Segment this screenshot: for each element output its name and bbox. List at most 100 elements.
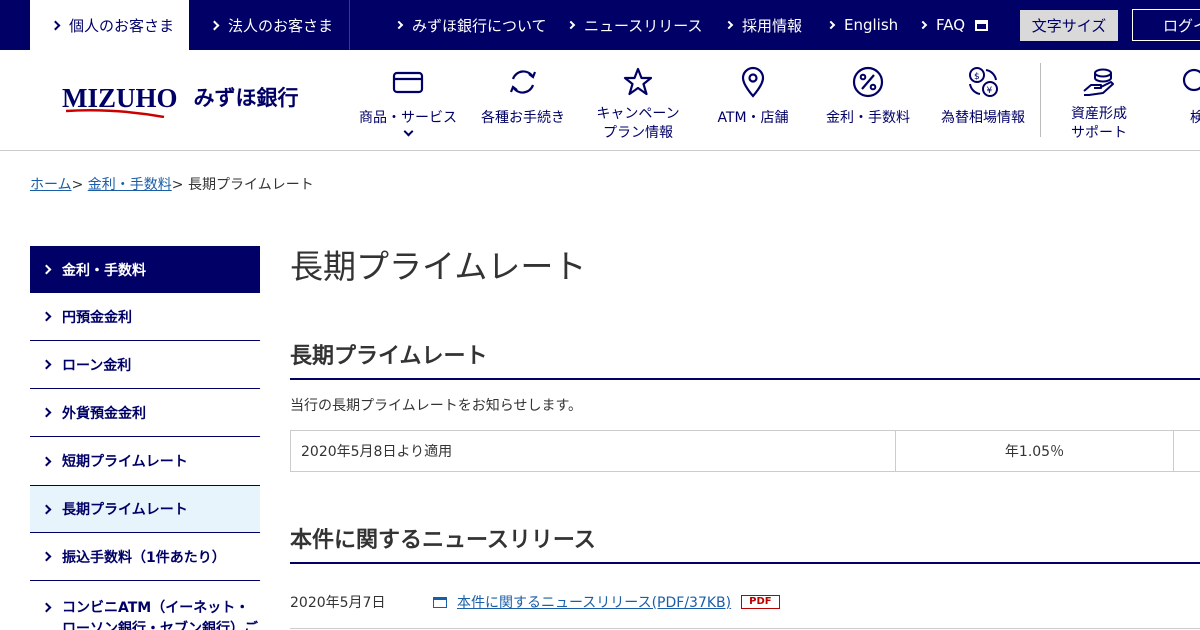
font-size-button[interactable]: 文字サイズ: [1020, 10, 1118, 41]
main-content: 長期プライムレート 長期プライムレート 当行の長期プライムレートをお知らせします…: [290, 240, 1200, 629]
nav-label: ATM・店舗: [717, 110, 789, 126]
top-link-label: English: [844, 16, 899, 34]
external-window-icon: [975, 19, 989, 31]
chevron-right-icon: [918, 20, 928, 30]
sidebar-item-label: 外貨預金金利: [62, 405, 146, 422]
chevron-right-icon: [566, 20, 576, 30]
breadcrumb-current: 長期プライムレート: [187, 177, 314, 193]
chevron-right-icon: [41, 359, 52, 370]
top-link-label: みずほ銀行について: [412, 16, 547, 35]
svg-text:¥: ¥: [987, 86, 993, 96]
breadcrumb-separator: >: [71, 177, 84, 193]
svg-text:$: $: [974, 72, 980, 82]
nav-search[interactable]: 検: [1170, 50, 1200, 150]
search-icon: [1182, 68, 1200, 92]
nav-campaign[interactable]: キャンペーン プラン情報: [584, 50, 692, 150]
login-button[interactable]: ログイ: [1132, 9, 1200, 41]
nav-rates-fees[interactable]: 金利・手数料: [815, 50, 921, 150]
chevron-right-icon: [724, 20, 734, 30]
nav-atm-branch[interactable]: ATM・店舗: [700, 50, 806, 150]
nav-procedures[interactable]: 各種お手続き: [470, 50, 576, 150]
nav-products[interactable]: 商品・サービス: [355, 50, 461, 150]
sidebar-item-foreign-deposit[interactable]: 外貨預金金利: [30, 389, 260, 437]
chevron-right-icon: [41, 504, 52, 514]
map-pin-icon: [741, 66, 765, 98]
nav-label: キャンペーン プラン情報: [596, 106, 680, 141]
chevron-right-icon: [41, 456, 52, 466]
rate-value-cell: 年1.05％: [896, 431, 1174, 471]
chevron-right-icon: [394, 20, 404, 30]
nav-label: 資産形成 サポート: [1071, 106, 1127, 141]
top-link-faq[interactable]: FAQ: [918, 0, 989, 50]
nav-divider: [1040, 63, 1041, 137]
chevron-right-icon: [41, 311, 52, 322]
sidebar-item-label: 振込手数料（1件あたり）: [62, 549, 226, 566]
section-title-news: 本件に関するニュースリリース: [290, 522, 1200, 564]
tab-corporate[interactable]: 法人のお客さま: [189, 0, 350, 50]
nav-label: 各種お手続き: [481, 110, 565, 126]
sidebar-item-label: コンビニATM（イーネット・ローソン銀行・セブン銀行）ご: [62, 600, 258, 630]
top-bar: 個人のお客さま 法人のお客さま みずほ銀行について ニュースリリース 採用情報 …: [0, 0, 1200, 50]
tab-personal[interactable]: 個人のお客さま: [30, 0, 189, 50]
tab-personal-label: 個人のお客さま: [69, 16, 175, 35]
nav-label: 金利・手数料: [826, 110, 910, 126]
chevron-right-icon: [41, 264, 52, 275]
header: MIZUHO みずほ銀行 商品・サービス 各種お手続き キャンペーン プラン情報: [0, 50, 1200, 151]
logo-wordmark: MIZUHO: [62, 84, 178, 118]
rate-date-cell: 2020年5月8日より適用: [291, 431, 896, 471]
breadcrumb-parent[interactable]: 金利・手数料: [88, 177, 172, 193]
sidebar-item-loan-rates[interactable]: ローン金利: [30, 341, 260, 389]
sidebar-item-yen-deposit[interactable]: 円預金金利: [30, 293, 260, 341]
chevron-down-icon: [403, 126, 413, 137]
breadcrumb: ホーム> 金利・手数料> 長期プライムレート: [30, 174, 314, 194]
logo-japanese: みずほ銀行: [193, 86, 299, 110]
nav-label: 検: [1190, 110, 1200, 126]
card-icon: [392, 71, 424, 94]
chevron-right-icon: [826, 20, 836, 30]
sidebar: 金利・手数料 円預金金利 ローン金利 外貨預金金利 短期プライムレート 長期プラ…: [30, 246, 260, 630]
pdf-badge: PDF: [741, 595, 780, 609]
sidebar-heading[interactable]: 金利・手数料: [30, 246, 260, 293]
section-title-prime-rate: 長期プライムレート: [290, 338, 1200, 380]
breadcrumb-separator: >: [171, 177, 184, 193]
top-link-about[interactable]: みずほ銀行について: [394, 0, 547, 50]
percent-icon: [852, 66, 884, 98]
top-link-english[interactable]: English: [826, 0, 899, 50]
exchange-icon: $ ¥: [969, 67, 998, 97]
chevron-right-icon: [41, 602, 52, 613]
sidebar-heading-label: 金利・手数料: [62, 262, 146, 279]
news-date: 2020年5月7日: [290, 595, 386, 611]
sidebar-item-label: 長期プライムレート: [62, 502, 188, 518]
sidebar-item-long-prime[interactable]: 長期プライムレート: [30, 485, 260, 533]
top-link-recruit[interactable]: 採用情報: [724, 0, 803, 50]
chevron-right-icon: [50, 20, 61, 30]
sidebar-item-convenience-atm[interactable]: コンビニATM（イーネット・ローソン銀行・セブン銀行）ご: [30, 581, 260, 630]
sidebar-item-label: ローン金利: [62, 357, 132, 374]
nav-exchange-rates[interactable]: $ ¥ 為替相場情報: [930, 50, 1036, 150]
top-link-label: FAQ: [936, 16, 966, 34]
chevron-right-icon: [209, 20, 220, 30]
news-link-label: 本件に関するニュースリリース(PDF/37KB): [457, 595, 732, 611]
nav-label: 為替相場情報: [941, 110, 1025, 126]
nav-asset-support[interactable]: 資産形成 サポート: [1046, 50, 1152, 150]
chevron-right-icon: [41, 551, 52, 562]
intro-text: 当行の長期プライムレートをお知らせします。: [290, 398, 583, 414]
logo-swoosh-icon: [65, 109, 165, 118]
page-title: 長期プライムレート: [290, 247, 587, 286]
mizuho-logo[interactable]: MIZUHO みずほ銀行: [62, 84, 299, 118]
sidebar-item-transfer-fees[interactable]: 振込手数料（1件あたり）: [30, 533, 260, 581]
sidebar-item-short-prime[interactable]: 短期プライムレート: [30, 437, 260, 485]
news-release-link[interactable]: 本件に関するニュースリリース(PDF/37KB): [457, 592, 731, 612]
top-link-news[interactable]: ニュースリリース: [566, 0, 703, 50]
star-icon: [623, 67, 653, 96]
tab-corporate-label: 法人のお客さま: [228, 16, 334, 35]
news-row: 2020年5月7日 本件に関するニュースリリース(PDF/37KB) PDF: [290, 584, 1200, 629]
hand-coins-icon: [1083, 68, 1114, 96]
sidebar-item-label: 円預金金利: [62, 309, 132, 326]
sidebar-item-label: 短期プライムレート: [62, 454, 188, 470]
breadcrumb-home[interactable]: ホーム: [30, 177, 72, 193]
login-label: ログイ: [1163, 16, 1200, 35]
chevron-right-icon: [41, 407, 52, 418]
refresh-icon: [509, 70, 537, 94]
top-link-label: 採用情報: [742, 16, 803, 35]
